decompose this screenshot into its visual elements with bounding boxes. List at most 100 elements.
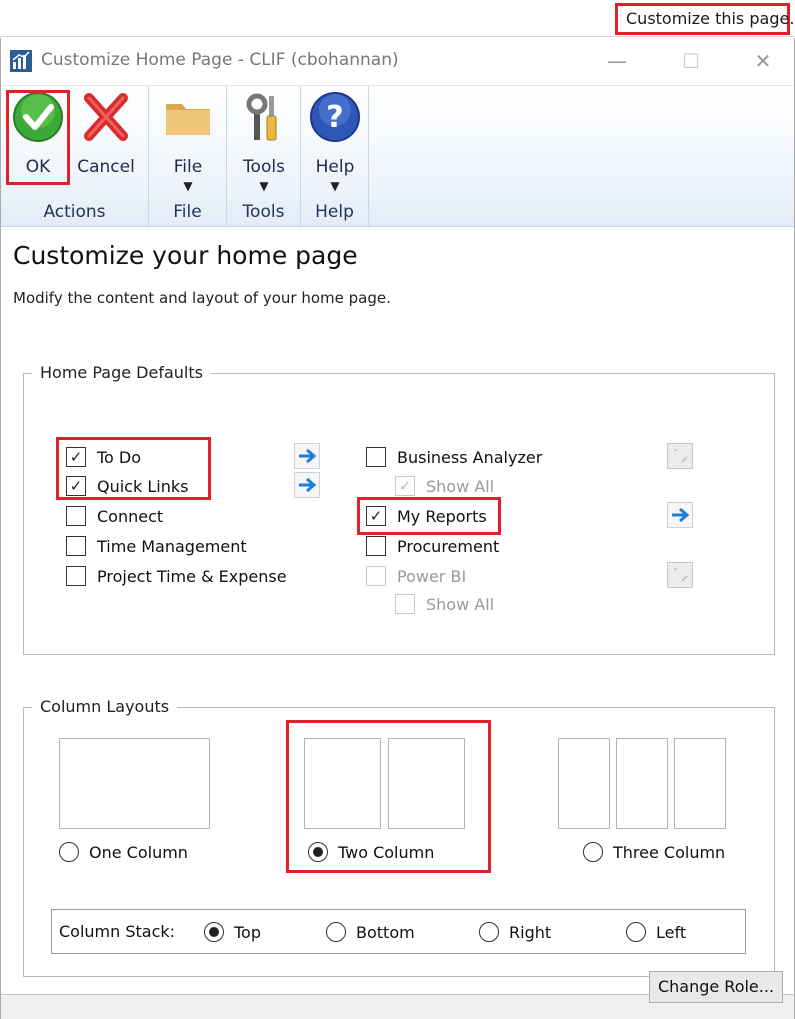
column-stack-label: Column Stack: <box>59 922 175 941</box>
ribbon-group-tools: Tools ▼ Tools <box>227 86 301 227</box>
file-menu-button[interactable]: File ▼ <box>159 90 217 193</box>
radio-label: Left <box>656 922 687 942</box>
radio-label: One Column <box>89 842 188 862</box>
checkbox-box[interactable] <box>366 536 386 556</box>
ribbon-group-label: File <box>173 202 202 222</box>
ribbon-group-label: Actions <box>43 202 106 222</box>
checkbox-label: Show All <box>426 476 495 496</box>
radio-button[interactable] <box>626 922 646 942</box>
chevron-down-icon: ▼ <box>330 179 340 193</box>
radio-three-column[interactable]: Three Column <box>583 842 725 862</box>
two-column-highlight <box>286 720 491 873</box>
help-menu-button[interactable]: ? Help ▼ <box>306 90 364 193</box>
column-stack-label-text: Column Stack: <box>59 922 176 941</box>
checkbox-label: Project Time & Expense <box>97 566 287 586</box>
radio-stack-top[interactable]: Top <box>204 922 261 942</box>
radio-label: Top <box>234 922 261 942</box>
close-button[interactable]: ✕ <box>743 46 783 76</box>
business-analyzer-settings-button <box>667 443 693 469</box>
svg-text:?: ? <box>326 100 343 135</box>
radio-stack-left[interactable]: Left <box>626 922 686 942</box>
checkbox-time-management[interactable]: Time Management <box>66 534 247 558</box>
file-label: File <box>173 157 203 177</box>
radio-label: Right <box>509 922 552 942</box>
checkbox-box: ✓ <box>395 476 415 496</box>
checkbox-box[interactable] <box>66 566 86 586</box>
ribbon-group-label: Tools <box>242 202 285 222</box>
checkbox-label: Business Analyzer <box>397 447 543 467</box>
checkbox-label: Show All <box>426 594 495 614</box>
ok-highlight-annotation <box>6 90 70 185</box>
title-bar: Customize Home Page - CLIF (cbohannan) —… <box>1 38 794 85</box>
app-icon <box>10 50 32 72</box>
checkbox-box[interactable] <box>66 536 86 556</box>
checkbox-box[interactable] <box>366 447 386 467</box>
help-label: Help <box>315 157 355 177</box>
radio-one-column[interactable]: One Column <box>59 842 188 862</box>
chevron-down-icon: ▼ <box>259 179 269 193</box>
checkbox-business-analyzer[interactable]: Business Analyzer <box>366 445 542 469</box>
checkbox-label: Procurement <box>397 536 500 556</box>
checkbox-box <box>366 566 386 586</box>
change-role-button[interactable]: Change Role... <box>649 971 783 1003</box>
red-x-icon <box>84 93 128 141</box>
right-arrow-icon <box>299 448 317 464</box>
checkbox-label: Time Management <box>97 536 247 556</box>
checkbox-power-bi: Power BI <box>366 564 466 588</box>
settings-disabled-icon <box>674 449 688 463</box>
checkbox-box[interactable] <box>66 506 86 526</box>
main-content: Customize your home page Modify the cont… <box>1 227 794 1019</box>
customize-this-page-link[interactable]: Customize this page. <box>615 3 794 35</box>
radio-stack-right[interactable]: Right <box>479 922 551 942</box>
checkbox-power-bi-show-all: Show All <box>395 592 494 616</box>
page-subtitle: Modify the content and layout of your ho… <box>13 289 391 307</box>
tools-menu-button[interactable]: Tools ▼ <box>235 90 293 193</box>
ribbon-group-file: File ▼ File <box>149 86 227 227</box>
radio-label: Bottom <box>356 922 415 942</box>
my-reports-order-arrow-button[interactable] <box>667 502 693 528</box>
checkbox-box <box>395 594 415 614</box>
radio-button[interactable] <box>326 922 346 942</box>
ribbon-toolbar: OK Cancel Actions File ▼ File Tools ▼ To… <box>1 85 794 227</box>
page-title: Customize your home page <box>13 241 358 270</box>
group-legend: Column Layouts <box>32 697 178 716</box>
maximize-button[interactable]: ☐ <box>671 46 711 76</box>
ribbon-group-label: Help <box>315 202 354 222</box>
one-column-preview[interactable] <box>59 738 210 829</box>
group-legend: Home Page Defaults <box>32 363 211 382</box>
checkbox-project-time-expense[interactable]: Project Time & Expense <box>66 564 287 588</box>
customize-home-page-window: Customize Home Page - CLIF (cbohannan) —… <box>0 38 795 1019</box>
checkbox-label: Power BI <box>397 566 467 586</box>
checkbox-business-analyzer-show-all: ✓ Show All <box>395 474 494 498</box>
tools-icon <box>246 93 277 141</box>
right-arrow-icon <box>299 477 317 493</box>
right-arrow-icon <box>672 507 690 523</box>
three-column-preview-1[interactable] <box>558 738 610 829</box>
ribbon-group-help: ? Help ▼ Help <box>301 86 369 227</box>
help-icon: ? <box>310 92 360 142</box>
radio-label: Three Column <box>613 842 726 862</box>
top-context-bar: Customize this page. <box>0 0 795 37</box>
my-reports-highlight <box>357 497 501 535</box>
three-column-preview-3[interactable] <box>674 738 726 829</box>
checkbox-label: Connect <box>97 506 164 526</box>
cancel-label: Cancel <box>77 157 135 177</box>
radio-button[interactable] <box>204 922 224 942</box>
minimize-button[interactable]: — <box>597 46 637 76</box>
window-title: Customize Home Page - CLIF (cbohannan) <box>41 50 399 70</box>
power-bi-settings-button <box>667 562 693 588</box>
radio-stack-bottom[interactable]: Bottom <box>326 922 415 942</box>
to-do-order-arrow-button[interactable] <box>294 443 320 469</box>
chevron-down-icon: ▼ <box>183 179 193 193</box>
settings-disabled-icon <box>674 568 688 582</box>
folder-icon <box>166 104 210 135</box>
checkbox-connect[interactable]: Connect <box>66 504 163 528</box>
to-do-quick-links-highlight <box>56 437 211 500</box>
radio-button[interactable] <box>59 842 79 862</box>
quick-links-order-arrow-button[interactable] <box>294 472 320 498</box>
cancel-button[interactable]: Cancel <box>75 90 137 177</box>
radio-button[interactable] <box>583 842 603 862</box>
radio-button[interactable] <box>479 922 499 942</box>
checkbox-procurement[interactable]: Procurement <box>366 534 499 558</box>
three-column-preview-2[interactable] <box>616 738 668 829</box>
